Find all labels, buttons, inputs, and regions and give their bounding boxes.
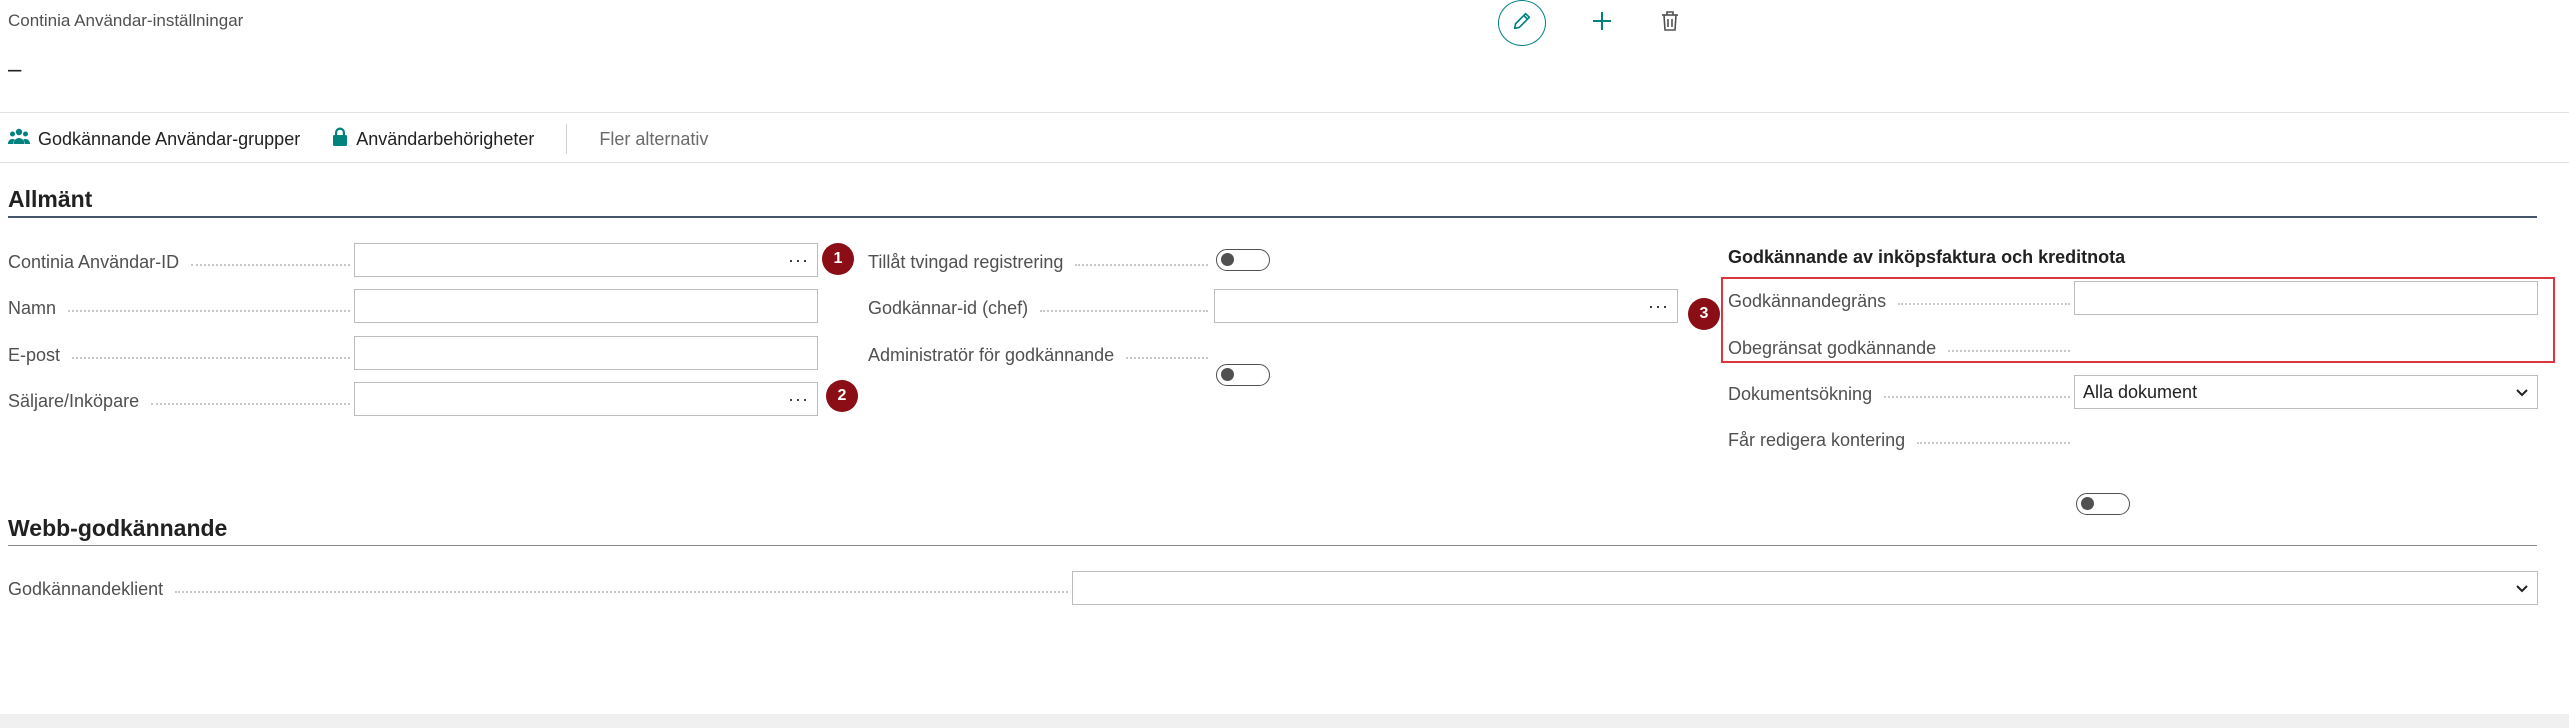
callout-badge-3: 3 — [1688, 298, 1720, 330]
more-options-action[interactable]: Fler alternativ — [599, 129, 708, 150]
forced-registration-toggle[interactable] — [1216, 249, 1270, 271]
unlimited-approval-label: Obegränsat godkännande — [1728, 336, 2070, 360]
edit-posting-label: Får redigera kontering — [1728, 428, 2070, 452]
approval-client-label: Godkännandeklient — [8, 577, 1068, 601]
lookup-ellipsis-icon[interactable]: ··· — [1648, 296, 1669, 317]
approver-id-label: Godkännar-id (chef) — [868, 296, 1208, 320]
chevron-down-icon — [2515, 382, 2529, 403]
edit-posting-toggle[interactable] — [2076, 493, 2130, 515]
section-underline-web-approval — [8, 545, 2537, 546]
approval-admin-toggle[interactable] — [1216, 364, 1270, 386]
lookup-ellipsis-icon[interactable]: ··· — [788, 389, 809, 410]
plus-icon — [1590, 9, 1614, 38]
section-title-web-approval: Webb-godkännande — [8, 515, 228, 541]
lock-icon — [332, 127, 348, 152]
approval-client-select[interactable] — [1072, 571, 2538, 605]
people-group-icon — [8, 128, 30, 151]
section-title-general: Allmänt — [8, 186, 93, 212]
delete-button[interactable] — [1658, 10, 1682, 37]
top-actions — [1498, 0, 1682, 46]
edit-button[interactable] — [1498, 0, 1546, 46]
document-search-select[interactable]: Alla dokument — [2074, 375, 2538, 409]
new-button[interactable] — [1590, 11, 1614, 35]
name-input[interactable] — [354, 289, 818, 323]
salesperson-label: Säljare/Inköpare — [8, 389, 350, 413]
page-caption: Continia Användar-inställningar — [8, 11, 244, 30]
user-id-input[interactable]: ··· — [354, 243, 818, 277]
approval-limit-input[interactable] — [2074, 281, 2538, 315]
approval-groups-action[interactable]: Godkännande Användar-grupper — [8, 128, 300, 151]
trash-icon — [1660, 10, 1680, 37]
email-label: E-post — [8, 343, 350, 367]
user-id-label: Continia Användar-ID — [8, 250, 350, 274]
document-search-value: Alla dokument — [2083, 381, 2198, 402]
approval-group-title: Godkännande av inköpsfaktura och kreditn… — [1728, 247, 2126, 267]
section-underline-general — [8, 216, 2537, 218]
footer-bar — [0, 714, 2569, 728]
forced-registration-label: Tillåt tvingad registrering — [868, 250, 1208, 274]
user-permissions-label: Användarbehörigheter — [356, 128, 535, 149]
pencil-icon — [1511, 10, 1533, 37]
salesperson-input[interactable]: ··· — [354, 382, 818, 416]
action-bar: Godkännande Användar-grupper Användarbeh… — [8, 124, 740, 154]
chevron-down-icon — [2515, 578, 2529, 599]
approver-id-input[interactable]: ··· — [1214, 289, 1678, 323]
document-search-label: Dokumentsökning — [1728, 382, 2070, 406]
header-divider — [0, 112, 2569, 113]
approval-limit-label: Godkännandegräns — [1728, 289, 2070, 313]
actionbar-divider — [0, 162, 2569, 163]
callout-badge-2: 2 — [826, 380, 858, 412]
action-separator — [566, 124, 568, 154]
page-title: – — [8, 56, 22, 83]
approval-groups-label: Godkännande Användar-grupper — [38, 128, 301, 149]
lookup-ellipsis-icon[interactable]: ··· — [788, 250, 809, 271]
callout-badge-1: 1 — [822, 243, 854, 275]
email-input[interactable] — [354, 336, 818, 370]
user-permissions-action[interactable]: Användarbehörigheter — [332, 127, 534, 152]
name-label: Namn — [8, 296, 350, 320]
approval-admin-label: Administratör för godkännande — [868, 343, 1208, 367]
